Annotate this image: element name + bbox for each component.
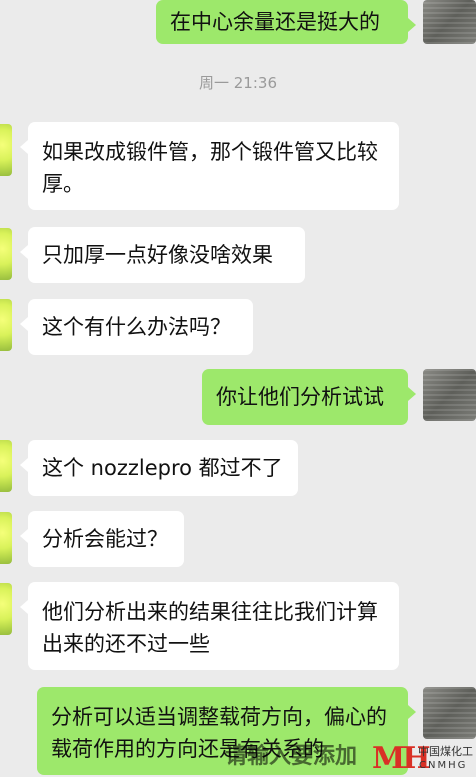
logo-name-en: CNMHG — [419, 760, 468, 771]
message-bubble-received[interactable]: 他们分析出来的结果往往比我们计算出来的还不过一些 — [20, 582, 399, 670]
message-text: 如果改成锻件管，那个锻件管又比较厚。 — [42, 140, 378, 196]
avatar[interactable] — [0, 512, 12, 564]
message-text: 在中心余量还是挺大的 — [170, 10, 380, 34]
message-bubble-received[interactable]: 分析会能过？ — [20, 511, 184, 567]
avatar[interactable] — [0, 228, 12, 280]
message-text: 这个 nozzlepro 都过不了 — [42, 456, 283, 480]
message-bubble-received[interactable]: 如果改成锻件管，那个锻件管又比较厚。 — [20, 122, 399, 210]
message-bubble-sent[interactable]: 在中心余量还是挺大的 — [156, 0, 416, 44]
avatar[interactable] — [423, 369, 476, 421]
avatar[interactable] — [0, 299, 12, 351]
avatar[interactable] — [423, 687, 476, 739]
message-text: 只加厚一点好像没啥效果 — [42, 243, 273, 267]
avatar[interactable] — [0, 583, 12, 635]
logo-name-cn: 中国煤化工 — [418, 745, 473, 758]
message-text: 他们分析出来的结果往往比我们计算出来的还不过一些 — [42, 600, 378, 656]
message-text: 你让他们分析试试 — [216, 385, 384, 409]
avatar[interactable] — [0, 124, 12, 176]
message-bubble-received[interactable]: 只加厚一点好像没啥效果 — [20, 227, 305, 283]
message-text: 这个有什么办法吗？ — [42, 315, 231, 339]
watermark-text: 请输入要添加 — [225, 744, 358, 769]
timestamp: 周一 21:36 — [199, 74, 277, 92]
message-bubble-received[interactable]: 这个 nozzlepro 都过不了 — [20, 440, 298, 496]
message-text: 分析会能过？ — [42, 527, 168, 551]
publisher-logo: MH 中国煤化工 CNMHG — [372, 739, 476, 777]
avatar[interactable] — [0, 440, 12, 492]
avatar[interactable] — [423, 0, 476, 44]
message-bubble-received[interactable]: 这个有什么办法吗？ — [20, 299, 253, 355]
message-bubble-sent[interactable]: 你让他们分析试试 — [202, 369, 416, 425]
